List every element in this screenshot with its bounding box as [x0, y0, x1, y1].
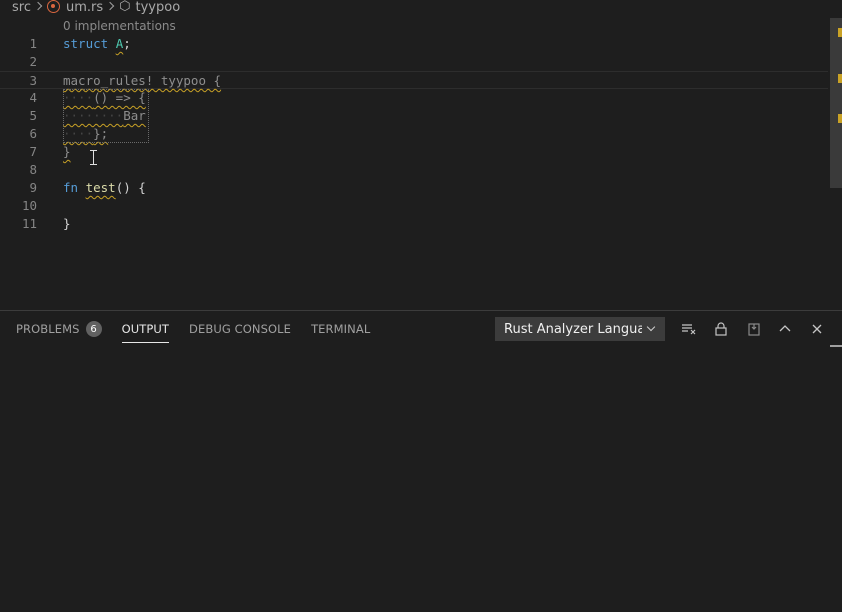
- code-line[interactable]: 1 struct A;: [0, 35, 828, 53]
- code-line[interactable]: 10: [0, 197, 828, 215]
- code-token: macro_rules! tyypoo {: [63, 73, 222, 88]
- code-token: () {: [115, 180, 146, 195]
- bottom-panel: PROBLEMS 6 OUTPUT DEBUG CONSOLE TERMINAL…: [0, 310, 842, 611]
- tab-problems-label: PROBLEMS: [16, 322, 80, 336]
- breadcrumb-symbol[interactable]: ⬡ tyypoo: [119, 0, 180, 15]
- tab-output[interactable]: OUTPUT: [121, 311, 170, 347]
- lock-icon: [715, 322, 727, 336]
- line-number: 10: [21, 198, 37, 213]
- chevron-up-icon: [779, 325, 791, 332]
- code-editor[interactable]: 0 implementations 1 struct A; 2 3 macro_rule…: [0, 14, 828, 310]
- open-in-editor-icon: [748, 323, 760, 336]
- panel-tabs: PROBLEMS 6 OUTPUT DEBUG CONSOLE TERMINAL: [16, 311, 390, 347]
- line-number: 6: [29, 126, 37, 141]
- code-text: }: [63, 143, 71, 161]
- line-number: 8: [29, 162, 37, 177]
- breadcrumb-file-label: um.rs: [65, 0, 104, 15]
- close-panel-button[interactable]: [808, 320, 826, 338]
- breadcrumb-folder[interactable]: src: [12, 0, 31, 15]
- line-number: 1: [29, 36, 37, 51]
- line-number: 11: [21, 216, 37, 231]
- line-number: 9: [29, 180, 37, 195]
- tab-problems[interactable]: PROBLEMS 6: [16, 311, 102, 347]
- text-cursor-icon: [89, 150, 98, 165]
- breadcrumb-folder-label: src: [12, 0, 31, 15]
- chevron-down-icon: [646, 322, 656, 332]
- code-token: }: [63, 144, 71, 159]
- output-channel-select[interactable]: Rust Analyzer Language Server: [495, 317, 665, 341]
- tab-terminal[interactable]: TERMINAL: [311, 311, 370, 347]
- tab-output-label: OUTPUT: [121, 322, 170, 336]
- code-line[interactable]: 3 macro_rules! tyypoo {: [0, 71, 828, 89]
- codelens-implementations[interactable]: 0 implementations: [63, 19, 176, 33]
- chevron-right-icon: [104, 0, 118, 14]
- code-token: ;: [123, 36, 131, 51]
- close-icon: [812, 324, 822, 334]
- clear-output-button[interactable]: [680, 320, 698, 338]
- tab-debug-console[interactable]: DEBUG CONSOLE: [189, 311, 291, 347]
- tab-debug-console-label: DEBUG CONSOLE: [189, 322, 292, 336]
- rust-file-icon: [46, 0, 60, 13]
- chevron-right-icon: [32, 0, 46, 14]
- minimap-warning-marker: [838, 28, 842, 37]
- breadcrumb-symbol-label: tyypoo: [135, 0, 181, 15]
- output-channel-value: Rust Analyzer Language Server: [504, 321, 642, 337]
- code-line[interactable]: 11}: [0, 215, 828, 233]
- maximize-panel-button[interactable]: [776, 320, 794, 338]
- line-number: 7: [29, 144, 37, 159]
- code-text: }: [63, 215, 71, 233]
- minimap-warning-marker: [838, 74, 842, 83]
- minimap-warning-marker: [838, 114, 842, 123]
- code-line[interactable]: 8: [0, 161, 828, 179]
- lock-scroll-button[interactable]: [712, 320, 730, 338]
- code-text: fn test() {: [63, 179, 146, 197]
- code-line[interactable]: 7}: [0, 143, 828, 161]
- code-token: fn: [63, 180, 79, 195]
- line-number: 3: [29, 73, 37, 88]
- code-line[interactable]: 2: [0, 53, 828, 71]
- line-number: 4: [29, 90, 37, 105]
- code-line[interactable]: 9 fn test() {: [0, 179, 828, 197]
- open-in-editor-button[interactable]: [745, 320, 763, 338]
- macro-block-outline: [63, 89, 149, 143]
- output-scrollbar[interactable]: [828, 345, 842, 612]
- code-token: struct: [63, 36, 109, 51]
- code-text: struct A;: [63, 35, 131, 53]
- breadcrumb-file[interactable]: um.rs: [46, 0, 104, 15]
- module-cube-icon: ⬡: [119, 0, 131, 14]
- code-token: }: [63, 216, 71, 231]
- line-number: 5: [29, 108, 37, 123]
- tab-terminal-label: TERMINAL: [311, 322, 371, 336]
- line-number: 2: [29, 54, 37, 69]
- editor-scroll-thumb[interactable]: [830, 18, 842, 188]
- code-text: macro_rules! tyypoo {: [63, 72, 221, 90]
- problems-count-badge: 6: [85, 321, 102, 337]
- clear-output-icon: [682, 324, 696, 335]
- breadcrumb: src um.rs ⬡ tyypoo: [0, 0, 180, 15]
- code-token: test: [85, 180, 116, 195]
